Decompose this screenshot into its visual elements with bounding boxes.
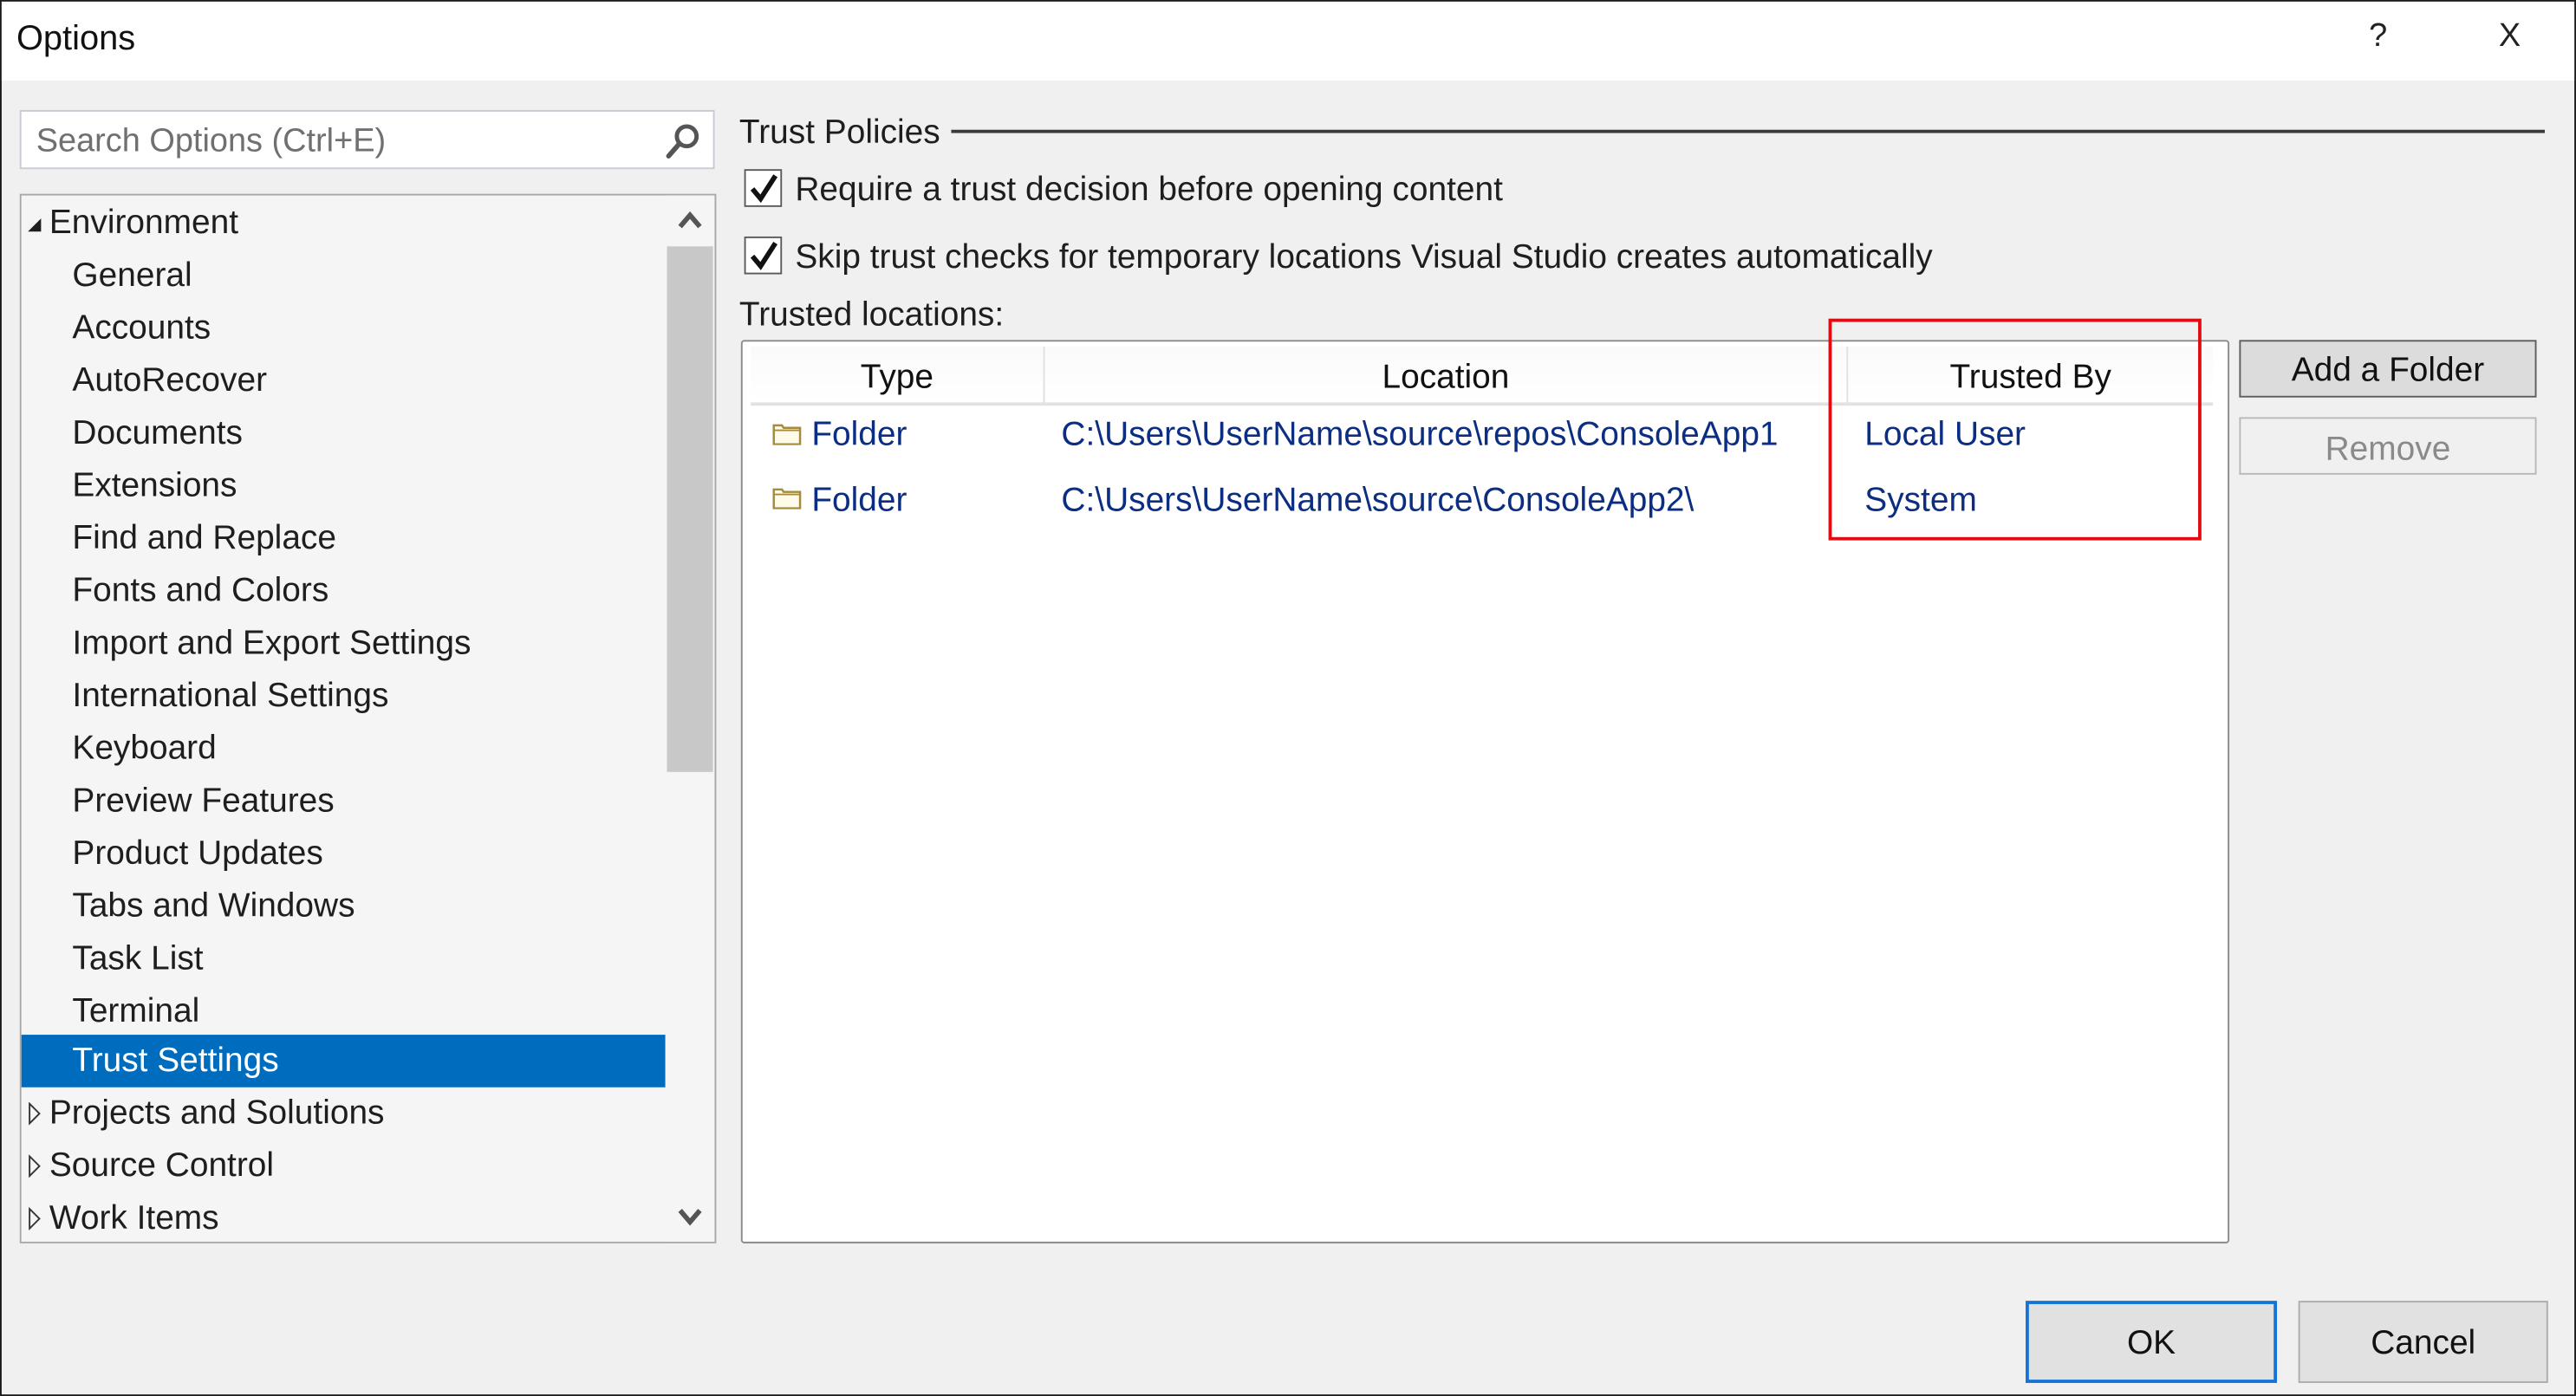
- scroll-down-arrow-icon[interactable]: [666, 1191, 715, 1240]
- tree-item-label: Extensions: [72, 466, 237, 504]
- require-trust-decision-checkbox[interactable]: [744, 169, 783, 207]
- checkmark-icon: [750, 241, 778, 270]
- tree-item-find-and-replace[interactable]: Find and Replace: [22, 512, 666, 565]
- collapsed-triangle-icon[interactable]: [26, 1101, 42, 1126]
- tree-item-fonts-and-colors[interactable]: Fonts and Colors: [22, 565, 666, 618]
- column-header-trusted-by[interactable]: Trusted By: [1848, 346, 2214, 406]
- tree-item-tabs-and-windows[interactable]: Tabs and Windows: [22, 880, 666, 933]
- tree-item-trust-settings[interactable]: Trust Settings: [21, 1035, 666, 1088]
- tree-item-keyboard[interactable]: Keyboard: [22, 723, 666, 776]
- cancel-button[interactable]: Cancel: [2298, 1301, 2548, 1383]
- tree-item-environment[interactable]: Environment: [22, 197, 666, 250]
- cell-location: C:\Users\UserName\source\ConsoleApp2\: [1061, 481, 1695, 519]
- column-header-location[interactable]: Location: [1044, 346, 1847, 406]
- expanded-triangle-icon[interactable]: [26, 212, 42, 236]
- tree-item-label: AutoRecover: [72, 360, 268, 399]
- tree-item-label: Terminal: [72, 991, 200, 1030]
- require-trust-decision-label[interactable]: Require a trust decision before opening …: [795, 171, 1503, 210]
- tree-item-preview-features[interactable]: Preview Features: [22, 776, 666, 828]
- group-divider: [951, 129, 2545, 133]
- cell-type: Folder: [811, 415, 907, 454]
- cell-trusted-by: System: [1864, 481, 1977, 519]
- tree-item-label: Documents: [72, 413, 243, 452]
- remove-button[interactable]: Remove: [2239, 417, 2537, 475]
- cell-type: Folder: [811, 481, 907, 519]
- tree-item-label: Source Control: [49, 1146, 275, 1185]
- tree-item-general[interactable]: General: [22, 250, 666, 302]
- search-icon[interactable]: [664, 121, 703, 160]
- tree-item-label: Task List: [72, 939, 204, 977]
- checkmark-icon: [750, 174, 778, 204]
- scroll-up-arrow-icon[interactable]: [666, 197, 715, 246]
- folder-icon: [772, 424, 802, 445]
- tree-item-label: Preview Features: [72, 782, 335, 820]
- tree-item-label: Find and Replace: [72, 518, 336, 557]
- tree-item-label: Tabs and Windows: [72, 886, 355, 925]
- tree-item-label: Work Items: [49, 1198, 219, 1237]
- tree-item-label: International Settings: [72, 676, 389, 715]
- tree-item-import-export-settings[interactable]: Import and Export Settings: [22, 618, 666, 671]
- tree-item-label: Trust Settings: [72, 1041, 279, 1080]
- tree-item-label: Import and Export Settings: [72, 624, 472, 662]
- folder-icon: [772, 488, 802, 510]
- window-title: Options: [16, 19, 136, 58]
- tree-item-label: Fonts and Colors: [72, 571, 329, 610]
- trusted-locations-label: Trusted locations:: [738, 295, 1005, 334]
- options-dialog: Options ? X Environment General Accounts…: [0, 0, 2576, 1396]
- tree-item-accounts[interactable]: Accounts: [22, 302, 666, 355]
- tree-item-extensions[interactable]: Extensions: [22, 460, 666, 513]
- tree-item-label: Environment: [49, 204, 239, 242]
- tree-item-label: Accounts: [72, 308, 211, 347]
- collapsed-triangle-icon[interactable]: [26, 1207, 42, 1230]
- tree-item-autorecover[interactable]: AutoRecover: [22, 354, 666, 407]
- tree-item-source-control[interactable]: Source Control: [22, 1140, 666, 1192]
- search-box: [19, 109, 715, 170]
- tree-item-product-updates[interactable]: Product Updates: [22, 828, 666, 880]
- add-folder-button[interactable]: Add a Folder: [2239, 340, 2537, 398]
- skip-trust-checks-label[interactable]: Skip trust checks for temporary location…: [795, 238, 1932, 277]
- tree-item-label: Projects and Solutions: [49, 1094, 385, 1132]
- collapsed-triangle-icon[interactable]: [26, 1154, 42, 1178]
- tree-item-label: Keyboard: [72, 729, 217, 768]
- tree-item-label: Product Updates: [72, 834, 323, 873]
- ok-button[interactable]: OK: [2026, 1301, 2278, 1383]
- close-button[interactable]: X: [2499, 18, 2521, 56]
- cell-location: C:\Users\UserName\source\repos\ConsoleAp…: [1061, 415, 1779, 454]
- skip-trust-checks-checkbox[interactable]: [744, 236, 783, 275]
- tree-scrollbar[interactable]: [665, 195, 715, 1242]
- tree-item-work-items[interactable]: Work Items: [22, 1192, 666, 1242]
- tree-item-label: General: [72, 256, 192, 295]
- tree-item-terminal[interactable]: Terminal: [22, 985, 666, 1038]
- scrollbar-thumb[interactable]: [667, 246, 713, 772]
- tree-item-international-settings[interactable]: International Settings: [22, 670, 666, 723]
- trust-policies-heading: Trust Policies: [738, 113, 940, 152]
- tree-item-task-list[interactable]: Task List: [22, 933, 666, 986]
- options-tree: Environment General Accounts AutoRecover…: [19, 193, 717, 1243]
- tree-item-documents[interactable]: Documents: [22, 407, 666, 460]
- cell-trusted-by: Local User: [1864, 415, 2026, 454]
- search-input[interactable]: [32, 120, 647, 163]
- tree-item-projects-and-solutions[interactable]: Projects and Solutions: [22, 1088, 666, 1140]
- title-bar: Options ? X: [1, 1, 2575, 81]
- trusted-locations-table: Type Location Trusted By Folder C:\Users…: [740, 340, 2230, 1243]
- column-header-type[interactable]: Type: [751, 346, 1044, 406]
- help-button[interactable]: ?: [2369, 18, 2387, 56]
